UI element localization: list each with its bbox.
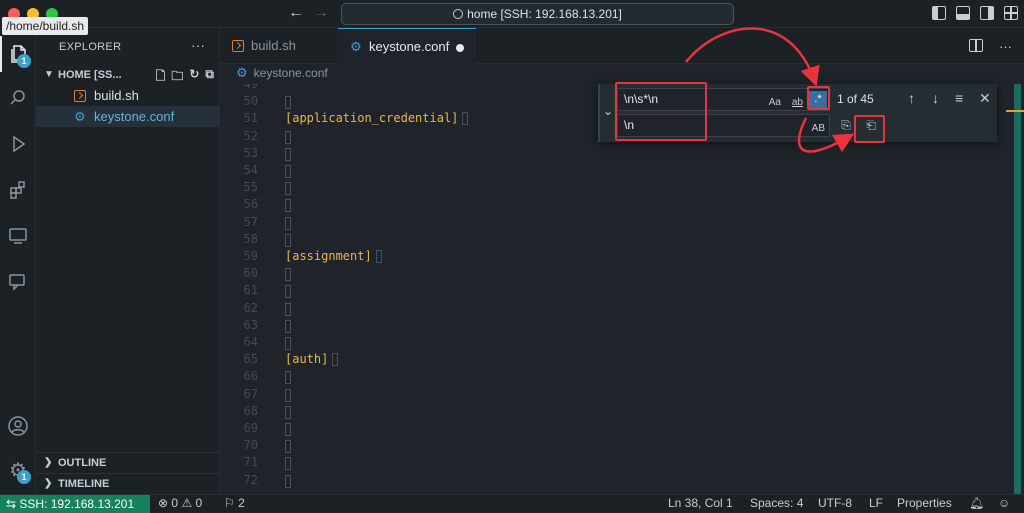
- ports-indicator[interactable]: ⚐ 2: [224, 495, 245, 512]
- copilot-icon[interactable]: ☺: [998, 495, 1010, 512]
- error-count: 0: [171, 496, 179, 510]
- encoding[interactable]: UTF-8: [818, 495, 852, 512]
- annotation-arrows: [685, 27, 855, 153]
- language-mode[interactable]: Properties: [897, 495, 952, 512]
- warning-count: 0: [195, 496, 203, 510]
- remote-indicator[interactable]: ⇆ SSH: 192.168.13.201: [0, 495, 150, 513]
- error-icon: ⊗: [158, 496, 169, 510]
- status-bar: ⇆ SSH: 192.168.13.201 ⊗ 0 ⚠ 0 ⚐ 2 Ln 38,…: [0, 494, 1024, 513]
- errors-warnings[interactable]: ⊗ 0 ⚠ 0: [158, 495, 202, 512]
- end-of-line[interactable]: LF: [869, 495, 883, 512]
- cursor-position[interactable]: Ln 38, Col 1: [668, 495, 733, 512]
- tooltip: /home/build.sh: [2, 17, 89, 35]
- remote-icon: ⇆: [6, 497, 20, 511]
- remote-label: SSH: 192.168.13.201: [19, 497, 135, 511]
- warning-icon: ⚠: [181, 496, 193, 510]
- ports-icon: ⚐: [224, 496, 235, 510]
- ports-count: 2: [238, 496, 245, 510]
- indentation[interactable]: Spaces: 4: [750, 495, 803, 512]
- notifications-bell-icon[interactable]: 🔔︎: [969, 495, 984, 512]
